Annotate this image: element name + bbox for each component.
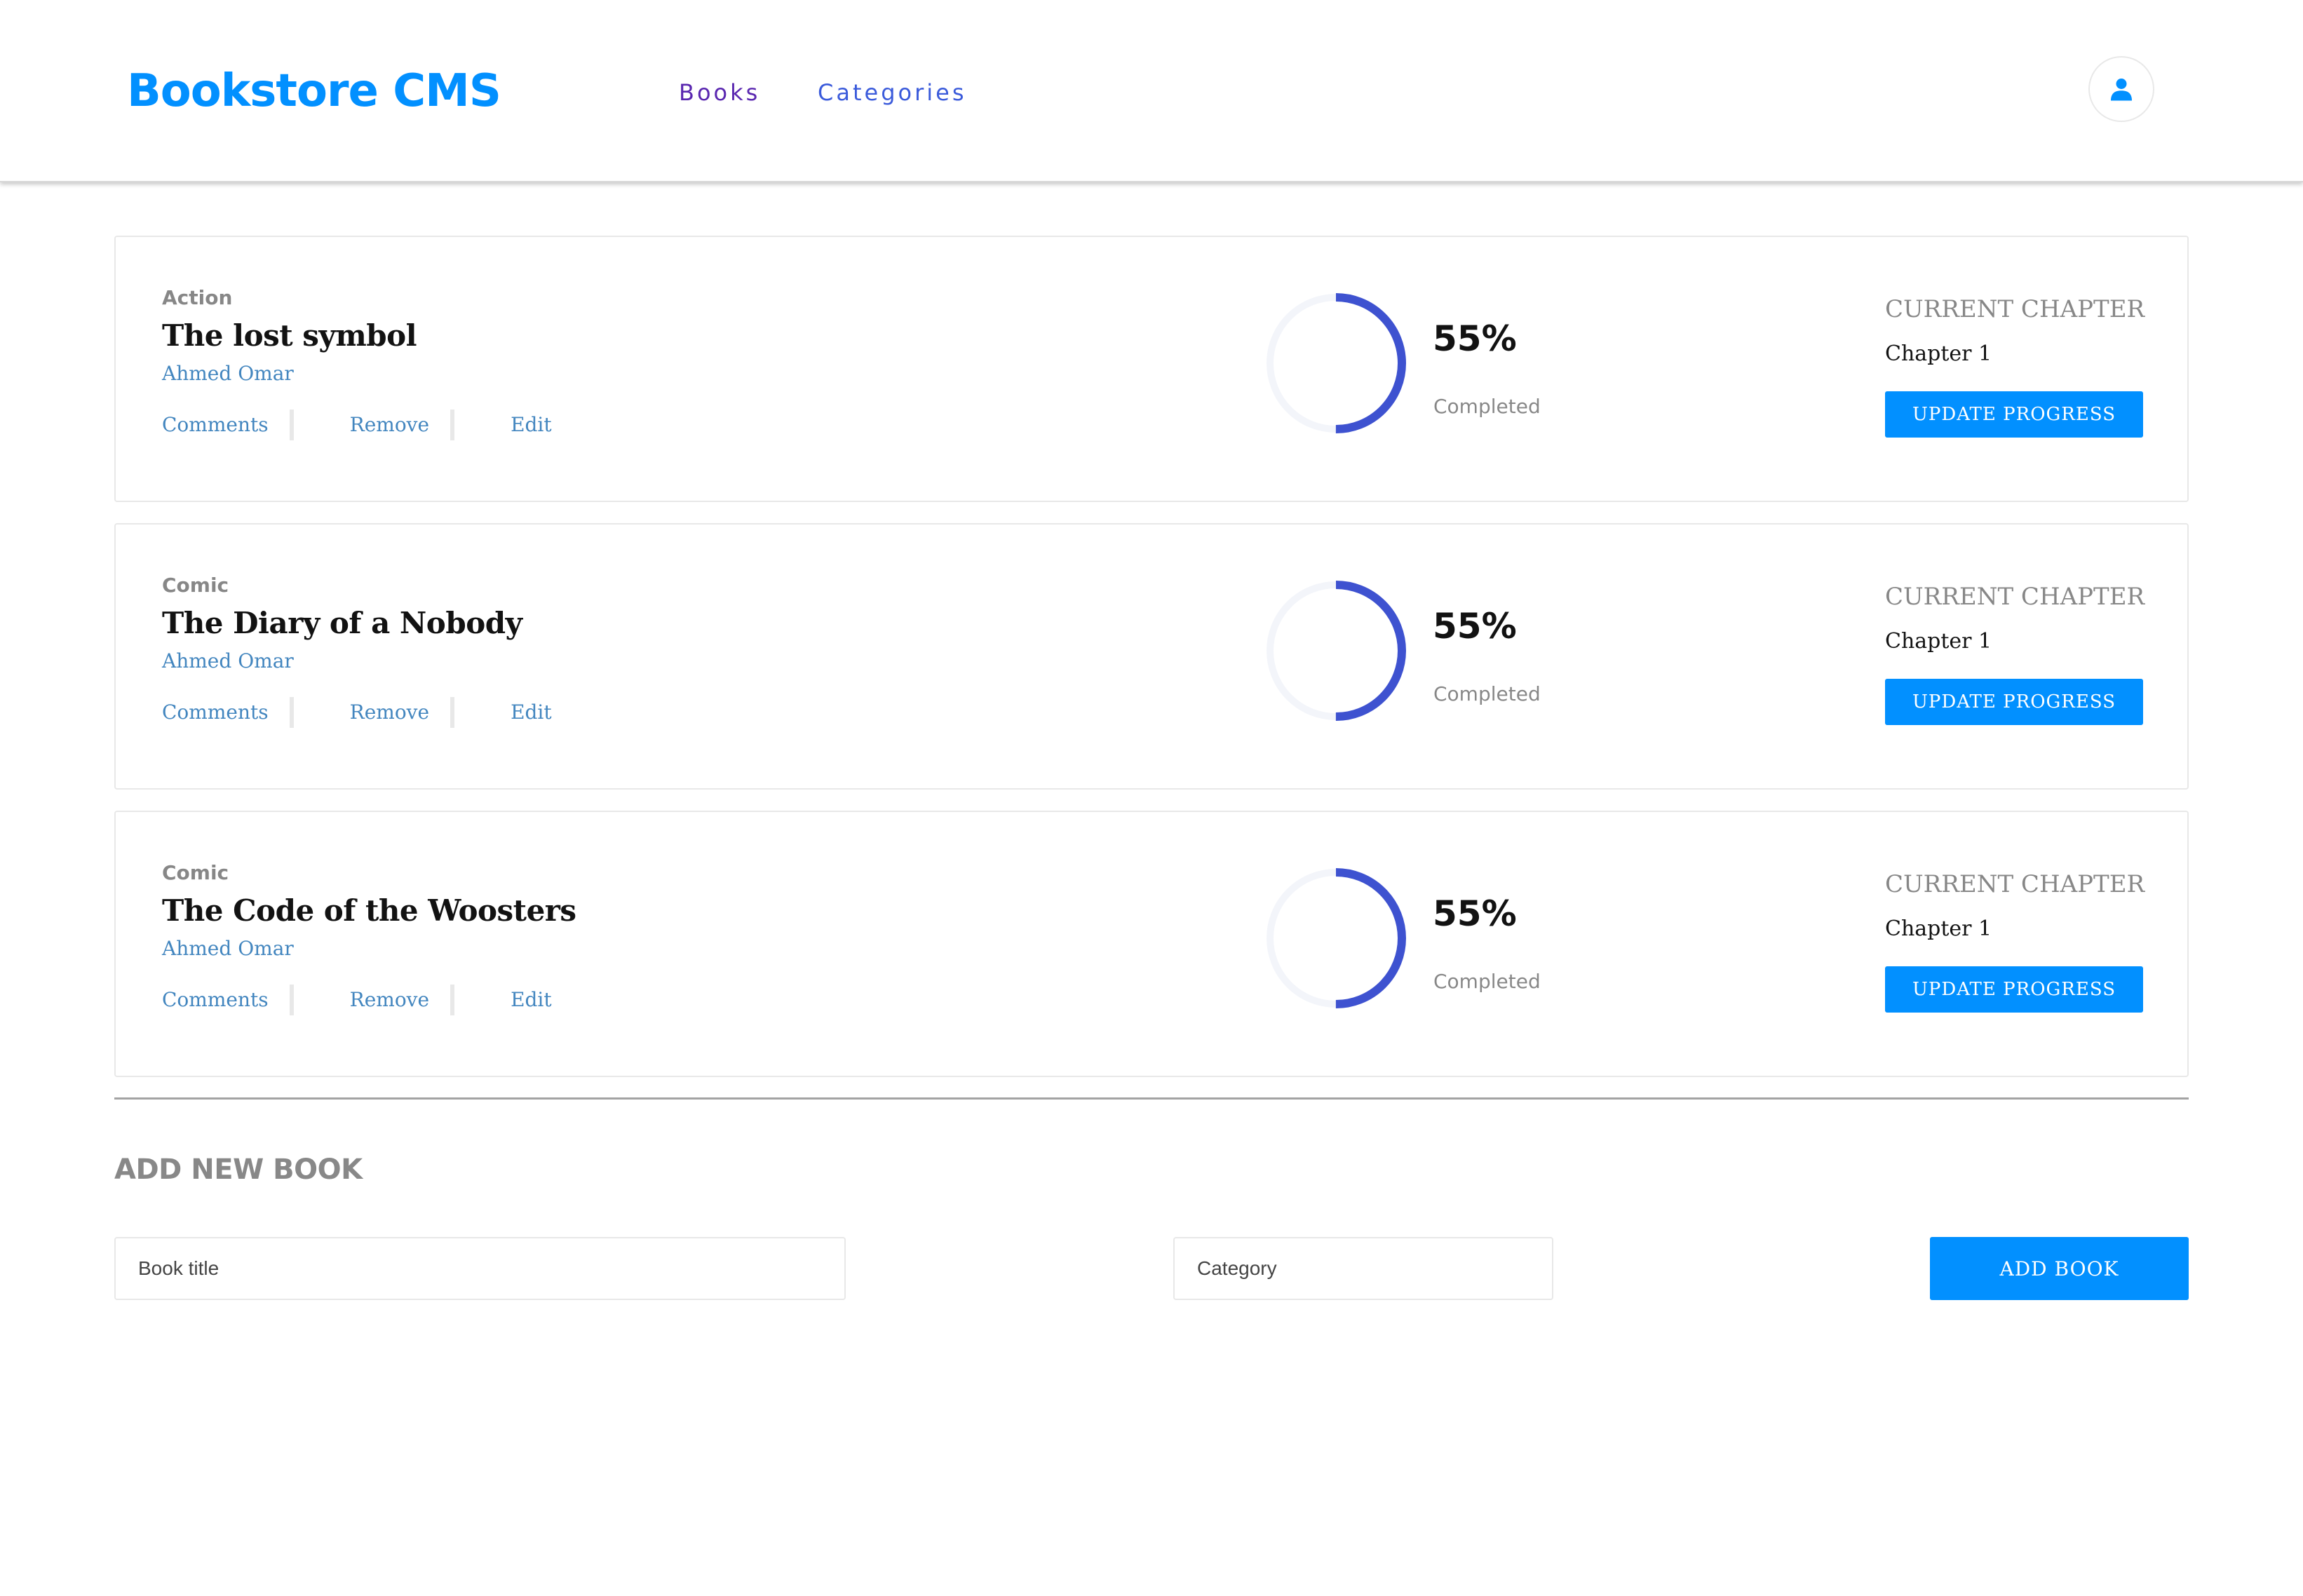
edit-button[interactable]: Edit: [511, 408, 552, 442]
update-progress-button[interactable]: UPDATE PROGRESS: [1885, 391, 2143, 438]
brand-logo[interactable]: Bookstore CMS: [127, 62, 501, 121]
book-author[interactable]: Ahmed Omar: [162, 360, 294, 387]
current-chapter-label: CURRENT CHAPTER: [1885, 583, 2145, 611]
book-card: Comic The Diary of a Nobody Ahmed Omar C…: [114, 523, 2189, 790]
action-divider: [450, 697, 455, 728]
user-icon: [2111, 79, 2132, 101]
book-genre: Comic: [162, 574, 229, 597]
nav-books-link[interactable]: Books: [679, 77, 760, 108]
book-actions: Comments Remove Edit: [162, 983, 552, 1017]
action-divider: [450, 985, 455, 1015]
progress-percent: 55%: [1433, 606, 1517, 647]
book-card: Comic The Code of the Woosters Ahmed Oma…: [114, 811, 2189, 1077]
book-title: The Code of the Woosters: [162, 893, 576, 928]
remove-button[interactable]: Remove: [350, 983, 429, 1017]
user-avatar-button[interactable]: [2088, 56, 2154, 122]
book-author[interactable]: Ahmed Omar: [162, 935, 294, 962]
edit-button[interactable]: Edit: [511, 983, 552, 1017]
current-chapter-value: Chapter 1: [1885, 341, 1992, 366]
add-book-button[interactable]: ADD BOOK: [1930, 1237, 2189, 1300]
progress-ring: [1266, 581, 1406, 721]
update-progress-button[interactable]: UPDATE PROGRESS: [1885, 966, 2143, 1013]
action-divider: [289, 697, 294, 728]
book-title-input[interactable]: [114, 1237, 846, 1300]
comments-button[interactable]: Comments: [162, 696, 269, 729]
comments-button[interactable]: Comments: [162, 983, 269, 1017]
book-title: The lost symbol: [162, 318, 417, 353]
book-card: Action The lost symbol Ahmed Omar Commen…: [114, 236, 2189, 502]
progress-ring: [1266, 293, 1406, 433]
section-divider: [114, 1097, 2189, 1100]
progress-status: Completed: [1433, 395, 1541, 418]
update-progress-button[interactable]: UPDATE PROGRESS: [1885, 679, 2143, 725]
nav-categories-link[interactable]: Categories: [818, 77, 966, 108]
current-chapter-value: Chapter 1: [1885, 629, 1992, 654]
book-title: The Diary of a Nobody: [162, 606, 522, 640]
remove-button[interactable]: Remove: [350, 408, 429, 442]
edit-button[interactable]: Edit: [511, 696, 552, 729]
current-chapter-label: CURRENT CHAPTER: [1885, 870, 2145, 898]
remove-button[interactable]: Remove: [350, 696, 429, 729]
book-author[interactable]: Ahmed Omar: [162, 648, 294, 675]
action-divider: [450, 410, 455, 440]
book-actions: Comments Remove Edit: [162, 696, 552, 729]
book-actions: Comments Remove Edit: [162, 408, 552, 442]
progress-ring: [1266, 868, 1406, 1008]
action-divider: [289, 985, 294, 1015]
progress-percent: 55%: [1433, 893, 1517, 934]
progress-percent: 55%: [1433, 318, 1517, 359]
book-genre: Action: [162, 286, 233, 309]
current-chapter-value: Chapter 1: [1885, 917, 1992, 941]
category-input[interactable]: [1173, 1237, 1553, 1300]
comments-button[interactable]: Comments: [162, 408, 269, 442]
add-book-heading: ADD NEW BOOK: [114, 1154, 363, 1186]
progress-status: Completed: [1433, 682, 1541, 705]
action-divider: [289, 410, 294, 440]
app-header: Bookstore CMS Books Categories: [0, 0, 2303, 182]
progress-status: Completed: [1433, 970, 1541, 993]
current-chapter-label: CURRENT CHAPTER: [1885, 295, 2145, 323]
book-genre: Comic: [162, 861, 229, 884]
